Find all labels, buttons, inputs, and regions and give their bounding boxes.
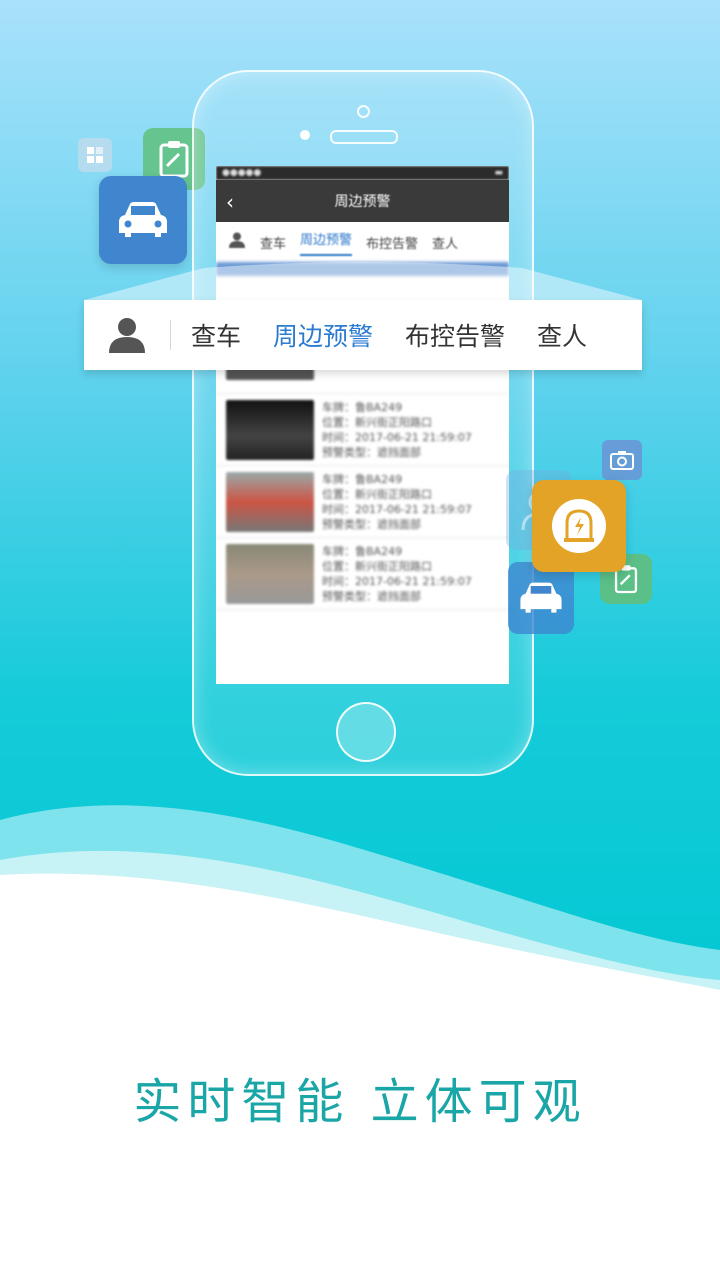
record-time: 时间：2017-06-21 21:59:07	[322, 575, 472, 588]
screen-tabs: 查车 周边预警 布控告警 查人	[216, 222, 509, 262]
record-thumbnail	[226, 400, 314, 460]
screen-title: 周边预警	[334, 194, 391, 210]
record-type: 预警类型：遮挡面部	[322, 590, 421, 603]
tab-check-car[interactable]: 查车	[191, 317, 241, 353]
list-item[interactable]: 车牌：鲁BA249 位置：新兴街正阳路口 时间：2017-06-21 21:59…	[216, 394, 509, 466]
tab-check-person[interactable]: 查人	[537, 317, 587, 353]
list-item[interactable]: 车牌：鲁BA249 位置：新兴街正阳路口 时间：2017-06-21 21:59…	[216, 466, 509, 538]
record-list: 车牌：鲁BA249 位置：新兴街正阳路口 时间：2017-06-21 21:59…	[216, 346, 509, 610]
earpiece	[330, 130, 398, 144]
camera-icon	[602, 440, 642, 480]
tab-divider	[170, 320, 171, 350]
screen-titlebar: ‹ 周边预警	[216, 180, 509, 222]
grid-icon	[78, 138, 112, 172]
record-type: 预警类型：遮挡面部	[322, 518, 421, 531]
record-thumbnail	[226, 472, 314, 532]
phone-screen: ●●●●● ▬ ‹ 周边预警 查车 周边预警 布控告警 查人 车牌：鲁BA249 …	[216, 166, 509, 684]
screen-tab-nearby[interactable]: 周边预警	[300, 229, 353, 256]
highlight-tabbar: 查车 周边预警 布控告警 查人	[84, 300, 642, 370]
tabbar-perspective-shade	[84, 262, 642, 300]
home-button[interactable]	[336, 702, 396, 762]
car-icon	[508, 562, 574, 634]
record-type: 预警类型：遮挡面部	[322, 446, 421, 459]
wave-decoration	[0, 805, 720, 1050]
car-icon	[99, 176, 187, 264]
tab-control-alarm[interactable]: 布控告警	[405, 317, 505, 353]
screen-tab-car[interactable]: 查车	[260, 233, 286, 252]
record-time: 时间：2017-06-21 21:59:07	[322, 431, 472, 444]
user-icon[interactable]	[228, 231, 246, 253]
record-plate: 车牌：鲁BA249	[322, 545, 403, 558]
record-location: 位置：新兴街正阳路口	[322, 416, 432, 429]
tab-nearby-alert[interactable]: 周边预警	[273, 317, 373, 353]
record-thumbnail	[226, 544, 314, 604]
record-location: 位置：新兴街正阳路口	[322, 488, 432, 501]
screen-tab-alarm[interactable]: 布控告警	[366, 233, 418, 252]
record-time: 时间：2017-06-21 21:59:07	[322, 503, 472, 516]
status-bar: ●●●●● ▬	[216, 166, 509, 180]
record-plate: 车牌：鲁BA249	[322, 473, 403, 486]
record-plate: 车牌：鲁BA249	[322, 401, 403, 414]
sensor-dot	[300, 130, 310, 140]
screen-tab-person[interactable]: 查人	[432, 233, 458, 252]
record-location: 位置：新兴街正阳路口	[322, 560, 432, 573]
front-camera	[357, 105, 370, 118]
user-icon[interactable]	[84, 315, 170, 355]
list-item[interactable]: 车牌：鲁BA249 位置：新兴街正阳路口 时间：2017-06-21 21:59…	[216, 538, 509, 610]
alarm-icon	[532, 480, 626, 572]
slogan-text: 实时智能 立体可观	[133, 1074, 587, 1130]
